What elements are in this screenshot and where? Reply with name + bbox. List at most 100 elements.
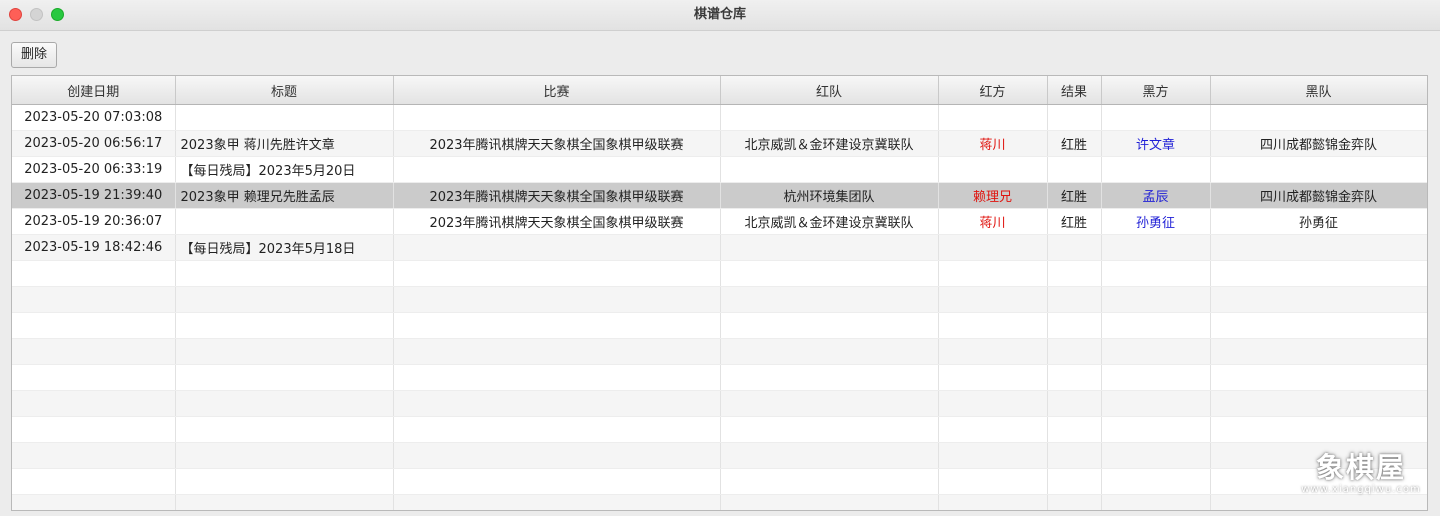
empty-cell (1210, 416, 1427, 443)
cell-black-team (1210, 104, 1427, 131)
cell-black-player (1101, 234, 1211, 261)
empty-cell (938, 364, 1048, 391)
empty-table-row (12, 494, 1427, 510)
cell-title (175, 208, 394, 235)
cell-result: 红胜 (1047, 130, 1102, 157)
empty-cell (1101, 390, 1211, 417)
cell-created: 2023-05-19 21:39:40 (12, 182, 176, 209)
empty-table-row (12, 260, 1427, 287)
cell-black-team (1210, 156, 1427, 183)
column-header-created[interactable]: 创建日期 (12, 76, 176, 105)
cell-result: 红胜 (1047, 182, 1102, 209)
empty-cell (720, 494, 939, 510)
table-row[interactable]: 2023-05-19 18:42:46 【每日残局】2023年5月18日 (12, 234, 1427, 261)
empty-cell (938, 312, 1048, 339)
cell-created: 2023-05-20 06:33:19 (12, 156, 176, 183)
empty-cell (720, 364, 939, 391)
empty-cell (393, 312, 721, 339)
empty-cell (393, 442, 721, 469)
column-header-red-team[interactable]: 红队 (720, 76, 939, 105)
empty-cell (12, 338, 176, 365)
cell-match: 2023年腾讯棋牌天天象棋全国象棋甲级联赛 (393, 208, 721, 235)
cell-black-player: 孟辰 (1101, 182, 1211, 209)
empty-cell (12, 416, 176, 443)
empty-cell (393, 338, 721, 365)
empty-cell (1047, 364, 1102, 391)
cell-red-team: 北京威凯＆金环建设京冀联队 (720, 130, 939, 157)
column-header-black-player[interactable]: 黑方 (1101, 76, 1211, 105)
empty-cell (12, 260, 176, 287)
empty-cell (175, 390, 394, 417)
cell-match (393, 104, 721, 131)
watermark-text: 象棋屋 (1315, 451, 1406, 484)
cell-red-team: 杭州环境集团队 (720, 182, 939, 209)
table-row[interactable]: 2023-05-20 07:03:08 (12, 104, 1427, 131)
empty-cell (12, 364, 176, 391)
column-header-title[interactable]: 标题 (175, 76, 394, 105)
empty-cell (938, 494, 1048, 510)
empty-cell (1047, 468, 1102, 495)
empty-cell (1047, 494, 1102, 510)
empty-cell (175, 416, 394, 443)
games-table[interactable]: 创建日期 标题 比赛 红队 红方 结果 黑方 黑队 2023-05-20 07:… (11, 75, 1428, 511)
empty-cell (1047, 260, 1102, 287)
column-header-match[interactable]: 比赛 (393, 76, 721, 105)
cell-red-player (938, 234, 1048, 261)
table-header-row: 创建日期 标题 比赛 红队 红方 结果 黑方 黑队 (12, 76, 1427, 105)
empty-cell (720, 390, 939, 417)
empty-cell (1047, 338, 1102, 365)
empty-cell (938, 260, 1048, 287)
empty-cell (938, 468, 1048, 495)
empty-cell (1210, 338, 1427, 365)
cell-result (1047, 156, 1102, 183)
table-row[interactable]: 2023-05-20 06:33:19 【每日残局】2023年5月20日 (12, 156, 1427, 183)
empty-cell (720, 286, 939, 313)
cell-title: 【每日残局】2023年5月18日 (175, 234, 394, 261)
empty-cell (720, 338, 939, 365)
column-header-red-player[interactable]: 红方 (938, 76, 1048, 105)
cell-result (1047, 104, 1102, 131)
column-header-result[interactable]: 结果 (1047, 76, 1102, 105)
cell-red-player (938, 156, 1048, 183)
cell-created: 2023-05-20 06:56:17 (12, 130, 176, 157)
table-row[interactable]: 2023-05-20 06:56:17 2023象甲 蒋川先胜许文章 2023年腾讯… (12, 130, 1427, 157)
empty-cell (1101, 260, 1211, 287)
empty-cell (12, 494, 176, 510)
empty-cell (938, 390, 1048, 417)
empty-cell (938, 416, 1048, 443)
empty-cell (12, 468, 176, 495)
cell-black-team (1210, 234, 1427, 261)
empty-cell (720, 312, 939, 339)
cell-title: 2023象甲 蒋川先胜许文章 (175, 130, 394, 157)
empty-cell (175, 286, 394, 313)
cell-match: 2023年腾讯棋牌天天象棋全国象棋甲级联赛 (393, 182, 721, 209)
cell-title (175, 104, 394, 131)
table-row[interactable]: 2023-05-19 20:36:07 2023年腾讯棋牌天天象棋全国象棋甲级联赛… (12, 208, 1427, 235)
empty-cell (1047, 286, 1102, 313)
empty-cell (1210, 364, 1427, 391)
empty-cell (1047, 416, 1102, 443)
cell-match: 2023年腾讯棋牌天天象棋全国象棋甲级联赛 (393, 130, 721, 157)
table-row[interactable]: 2023-05-19 21:39:40 2023象甲 赖理兄先胜孟辰 2023年腾讯… (12, 182, 1427, 209)
cell-result (1047, 234, 1102, 261)
cell-match (393, 156, 721, 183)
empty-cell (1101, 416, 1211, 443)
cell-black-player (1101, 156, 1211, 183)
empty-table-row (12, 364, 1427, 391)
cell-created: 2023-05-19 20:36:07 (12, 208, 176, 235)
empty-table-row (12, 468, 1427, 495)
empty-cell (175, 468, 394, 495)
empty-cell (12, 286, 176, 313)
empty-cell (393, 286, 721, 313)
cell-red-player: 赖理兄 (938, 182, 1048, 209)
empty-cell (393, 468, 721, 495)
title-bar: 棋谱仓库 (0, 0, 1440, 31)
empty-cell (175, 494, 394, 510)
empty-cell (1101, 468, 1211, 495)
empty-cell (12, 312, 176, 339)
delete-button[interactable]: 删除 (11, 42, 57, 68)
cell-black-team: 四川成都懿锦金弈队 (1210, 130, 1427, 157)
column-header-black-team[interactable]: 黑队 (1210, 76, 1427, 105)
cell-red-team: 北京威凯＆金环建设京冀联队 (720, 208, 939, 235)
cell-created: 2023-05-19 18:42:46 (12, 234, 176, 261)
